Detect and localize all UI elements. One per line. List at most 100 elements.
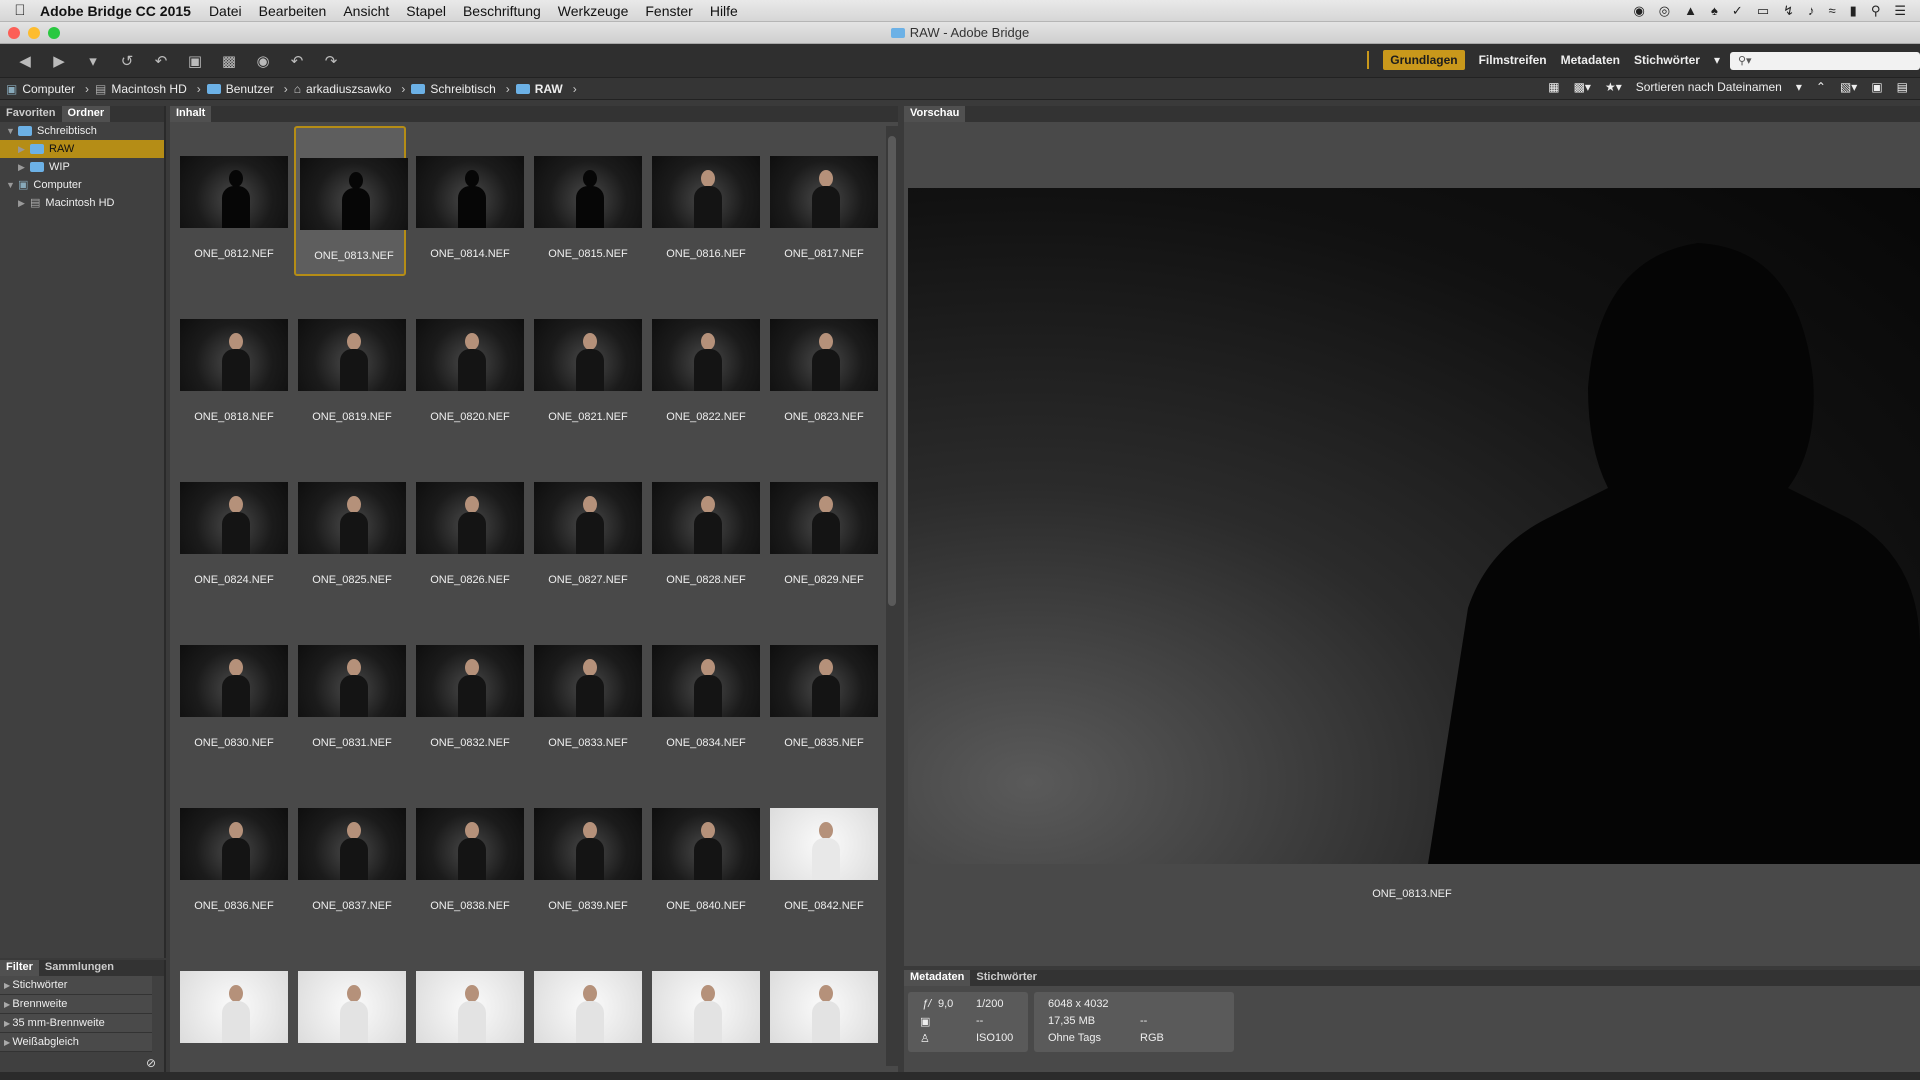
thumbnail-item[interactable]: ONE_0831.NEF — [294, 615, 406, 765]
filter-weissabgleich[interactable]: ▶ Weißabgleich — [0, 1033, 152, 1052]
thumbnail-image[interactable] — [416, 645, 524, 717]
wifi-icon[interactable]: ≈ — [1829, 3, 1836, 19]
zoom-window-button[interactable] — [48, 27, 60, 39]
creative-cloud-icon[interactable]: ◎ — [1659, 3, 1670, 19]
menu-fenster[interactable]: Fenster — [645, 3, 692, 19]
expand-arrow-icon[interactable]: ▶ — [18, 194, 30, 212]
thumbnail-image[interactable] — [534, 482, 642, 554]
thumbnail-image[interactable] — [652, 319, 760, 391]
thumbnail-item[interactable]: ONE_0825.NEF — [294, 452, 406, 602]
expand-arrow-icon[interactable]: ▼ — [6, 176, 18, 194]
thumbnail-image[interactable] — [770, 645, 878, 717]
thumbnail-item[interactable]: ONE_0817.NEF — [766, 126, 878, 276]
thumbnail-image[interactable] — [770, 971, 878, 1043]
thumbnail-image[interactable] — [180, 319, 288, 391]
spotlight-icon[interactable]: ⚲ — [1871, 3, 1881, 19]
thumbnail-item[interactable] — [648, 941, 760, 1051]
thumbnail-image[interactable] — [416, 808, 524, 880]
thumbnail-image[interactable] — [180, 156, 288, 228]
thumbnail-item[interactable]: ONE_0833.NEF — [530, 615, 642, 765]
crumb-user[interactable]: ⌂ arkadiuszsawko — [294, 82, 392, 96]
recent-icon[interactable]: ↺ — [118, 52, 136, 70]
thumbnail-item[interactable] — [176, 941, 288, 1051]
tab-sammlungen[interactable]: Sammlungen — [39, 960, 120, 976]
crumb-macintosh-hd[interactable]: ▤ Macintosh HD — [95, 82, 187, 96]
thumbnail-item[interactable]: ONE_0839.NEF — [530, 778, 642, 928]
filter-brennweite[interactable]: ▶ Brennweite — [0, 995, 152, 1014]
clear-filter-icon[interactable]: ⊘ — [146, 1056, 156, 1070]
thumbnail-image[interactable] — [652, 156, 760, 228]
preview-image[interactable] — [908, 188, 1920, 864]
thumbnail-image[interactable] — [652, 971, 760, 1043]
back-icon[interactable]: ◀ — [16, 52, 34, 70]
thumbnail-image[interactable] — [298, 808, 406, 880]
thumbnail-image[interactable] — [180, 645, 288, 717]
view-icon[interactable]: ▩▾ — [1574, 80, 1591, 94]
thumbnail-item[interactable]: ONE_0813.NEF — [294, 126, 408, 276]
thumbnail-item[interactable]: ONE_0837.NEF — [294, 778, 406, 928]
thumbnail-item[interactable]: ONE_0812.NEF — [176, 126, 288, 276]
scrollbar-thumb[interactable] — [888, 136, 896, 606]
thumbnail-image[interactable] — [298, 971, 406, 1043]
notification-icon[interactable]: ☰ — [1894, 3, 1906, 19]
volume-icon[interactable]: ♪ — [1808, 3, 1815, 19]
thumbnail-item[interactable]: ONE_0814.NEF — [412, 126, 524, 276]
sort-ascending-icon[interactable]: ⌃ — [1816, 80, 1826, 94]
expand-arrow-icon[interactable]: ▶ — [18, 158, 30, 176]
thumbnail-item[interactable]: ONE_0822.NEF — [648, 289, 760, 439]
refine-icon[interactable]: ▩ — [220, 52, 238, 70]
drive-icon[interactable]: ▲ — [1684, 3, 1697, 19]
thumbnail-image[interactable] — [298, 319, 406, 391]
thumbnail-item[interactable]: ONE_0840.NEF — [648, 778, 760, 928]
tab-ordner[interactable]: Ordner — [61, 106, 111, 122]
thumbnail-image[interactable] — [534, 808, 642, 880]
tree-item-wip[interactable]: ▶ WIP — [0, 158, 164, 176]
thumbnail-item[interactable]: ONE_0827.NEF — [530, 452, 642, 602]
thumbnail-image[interactable] — [298, 482, 406, 554]
thumbnail-item[interactable]: ONE_0826.NEF — [412, 452, 524, 602]
tree-item-raw[interactable]: ▶ RAW — [0, 140, 164, 158]
tab-stichwoerter[interactable]: Stichwörter — [970, 970, 1043, 986]
menu-werkzeuge[interactable]: Werkzeuge — [558, 3, 629, 19]
filter-stichwoerter[interactable]: ▶ Stichwörter — [0, 976, 152, 995]
return-icon[interactable]: ↶ — [152, 52, 170, 70]
bell-icon[interactable]: ♠ — [1711, 3, 1718, 19]
menu-beschriftung[interactable]: Beschriftung — [463, 3, 541, 19]
thumbnail-image[interactable] — [298, 645, 406, 717]
thumbnail-item[interactable]: ONE_0832.NEF — [412, 615, 524, 765]
rotate-left-icon[interactable]: ↶ — [288, 52, 306, 70]
crumb-raw[interactable]: RAW — [515, 82, 563, 96]
sort-dropdown[interactable]: Sortieren nach Dateinamen — [1636, 80, 1782, 94]
star-filter-icon[interactable]: ★▾ — [1605, 80, 1622, 94]
check-icon[interactable]: ✓ — [1732, 3, 1743, 19]
thumbnail-item[interactable]: ONE_0838.NEF — [412, 778, 524, 928]
thumbnail-image[interactable] — [416, 319, 524, 391]
thumbnail-item[interactable]: ONE_0835.NEF — [766, 615, 878, 765]
thumbnail-image[interactable] — [652, 808, 760, 880]
crumb-benutzer[interactable]: Benutzer — [206, 82, 274, 96]
thumbnail-image[interactable] — [770, 808, 878, 880]
tab-vorschau[interactable]: Vorschau — [904, 106, 966, 122]
thumbnail-image[interactable] — [416, 156, 524, 228]
crumb-schreibtisch[interactable]: Schreibtisch — [411, 82, 496, 96]
thumbnail-image[interactable] — [416, 482, 524, 554]
thumbnail-image[interactable] — [180, 482, 288, 554]
expand-arrow-icon[interactable]: ▶ — [18, 140, 30, 158]
content-scrollbar[interactable] — [886, 126, 898, 1066]
thumbnail-image[interactable] — [534, 971, 642, 1043]
workspace-stichwoerter[interactable]: Stichwörter — [1634, 53, 1700, 67]
expand-arrow-icon[interactable]: ▼ — [6, 122, 18, 140]
airplay-icon[interactable]: ▭ — [1757, 3, 1769, 19]
thumbnail-image[interactable] — [180, 808, 288, 880]
delete-icon[interactable]: ▤ — [1897, 80, 1908, 94]
tree-item-computer[interactable]: ▼ ▣ Computer — [0, 176, 164, 194]
minimize-window-button[interactable] — [28, 27, 40, 39]
thumbnail-image[interactable] — [534, 156, 642, 228]
new-folder-icon[interactable]: ▣ — [1871, 80, 1882, 94]
thumbnail-item[interactable]: ONE_0828.NEF — [648, 452, 760, 602]
battery-icon[interactable]: ▮ — [1850, 3, 1857, 19]
menu-hilfe[interactable]: Hilfe — [710, 3, 738, 19]
thumbnail-item[interactable]: ONE_0829.NEF — [766, 452, 878, 602]
chevron-down-icon[interactable]: ▾ — [84, 52, 102, 70]
forward-icon[interactable]: ▶ — [50, 52, 68, 70]
